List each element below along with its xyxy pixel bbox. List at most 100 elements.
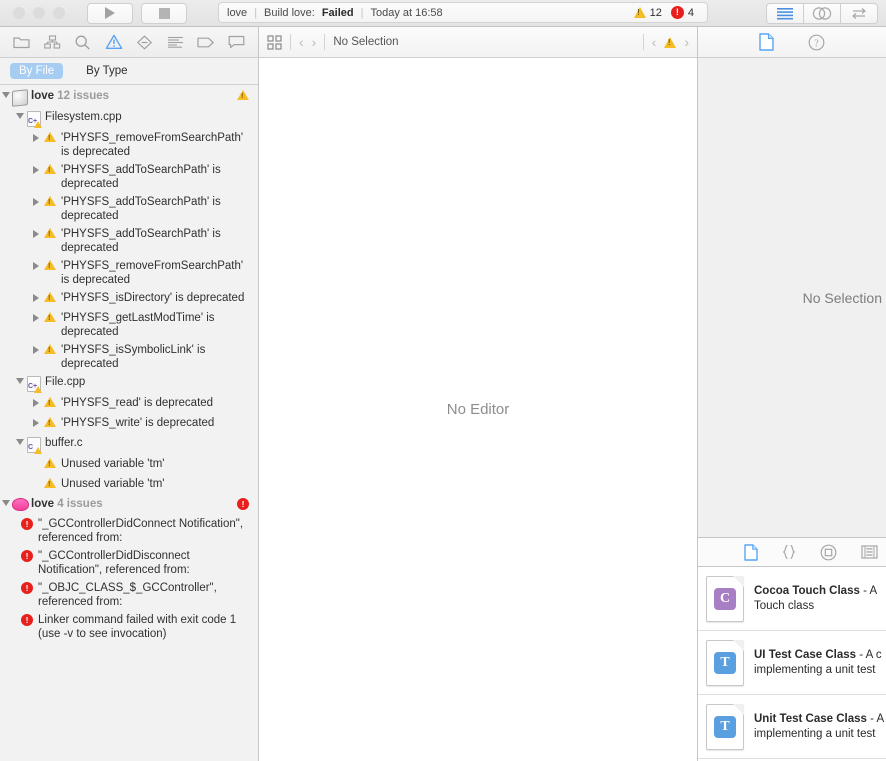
disclosure-triangle[interactable] <box>0 89 11 98</box>
version-editor-button[interactable] <box>841 3 878 24</box>
run-stop-group <box>87 2 187 24</box>
build-result-label: Failed <box>321 6 354 19</box>
issue-counts[interactable]: 12 ! 4 <box>633 6 699 19</box>
warning-triangle-icon <box>41 291 59 302</box>
editor-content-area: No Editor <box>259 58 697 761</box>
list-item[interactable]: C Cocoa Touch Class - A Touch class <box>698 567 886 631</box>
issue-text: Unused variable 'tm' <box>61 478 165 490</box>
list-item[interactable]: T Unit Test Case Class - A implementing … <box>698 695 886 759</box>
object-library-tab[interactable] <box>820 544 837 561</box>
speech-bubble-icon <box>228 35 245 49</box>
standard-editor-button[interactable] <box>766 3 804 24</box>
issue-row[interactable]: 'PHYSFS_removeFromSearchPath' is depreca… <box>0 129 258 161</box>
issue-row[interactable]: ! "_OBJC_CLASS_$_GCController", referenc… <box>0 579 258 611</box>
disclosure-triangle[interactable] <box>14 375 25 384</box>
disclosure-triangle[interactable] <box>30 227 41 238</box>
issue-text: 'PHYSFS_removeFromSearchPath' is depreca… <box>61 260 244 286</box>
disclosure-triangle[interactable] <box>14 436 25 445</box>
status-separator-2: | <box>360 6 364 19</box>
project-group-row[interactable]: love 12 issues <box>0 87 258 108</box>
jumpbar-divider <box>642 34 644 50</box>
file-row-filesystem-cpp[interactable]: C+ Filesystem.cpp <box>0 108 258 129</box>
warning-triangle-icon <box>105 34 122 49</box>
disclosure-triangle[interactable] <box>30 343 41 354</box>
library-item-dash: - A c <box>856 648 882 661</box>
find-navigator-tab[interactable] <box>72 31 94 53</box>
close-button[interactable] <box>13 7 25 19</box>
issue-row[interactable]: Unused variable 'tm' <box>0 455 258 475</box>
disclosure-triangle[interactable] <box>30 195 41 206</box>
library-item-description: Touch class <box>754 599 815 612</box>
jumpbar-path[interactable]: No Selection <box>333 36 398 48</box>
quick-help-inspector-tab[interactable]: ? <box>808 34 825 51</box>
next-issue-button[interactable]: › <box>684 34 689 50</box>
venn-icon <box>812 7 832 20</box>
target-issue-count: 4 issues <box>57 498 103 510</box>
library-item-title: Cocoa Touch Class <box>754 584 860 597</box>
file-inspector-tab[interactable] <box>759 33 774 51</box>
disclosure-triangle[interactable] <box>30 291 41 302</box>
issue-row[interactable]: 'PHYSFS_addToSearchPath' is deprecated <box>0 161 258 193</box>
disclosure-triangle[interactable] <box>14 110 25 119</box>
inspector-content: No Selection <box>698 58 886 538</box>
error-circle-icon: ! <box>237 498 249 510</box>
library-item-title: UI Test Case Class <box>754 648 857 661</box>
file-row-buffer-c[interactable]: C buffer.c <box>0 434 258 455</box>
disclosure-triangle[interactable] <box>30 259 41 270</box>
related-items-button[interactable] <box>267 34 282 50</box>
issue-row[interactable]: 'PHYSFS_isDirectory' is deprecated <box>0 289 258 309</box>
issue-row[interactable]: 'PHYSFS_write' is deprecated <box>0 414 258 434</box>
issue-row[interactable]: ! "_GCControllerDidConnect Notification"… <box>0 515 258 547</box>
filter-by-file-tab[interactable]: By File <box>10 63 64 79</box>
media-library-tab[interactable] <box>861 545 878 559</box>
issue-navigator-tab[interactable] <box>103 31 125 53</box>
disclosure-triangle[interactable] <box>0 497 11 506</box>
no-editor-placeholder: No Editor <box>446 401 510 418</box>
disclosure-triangle[interactable] <box>30 416 41 427</box>
previous-issue-button[interactable]: ‹ <box>652 34 657 50</box>
assistant-editor-button[interactable] <box>804 3 841 24</box>
activity-status-bar[interactable]: love | Build love: Failed | Today at 16:… <box>218 2 708 23</box>
back-button[interactable]: ‹ <box>299 34 304 50</box>
library-item-description: implementing a unit test <box>754 663 876 676</box>
issue-row[interactable]: Unused variable 'tm' <box>0 475 258 495</box>
zoom-button[interactable] <box>53 7 65 19</box>
warning-triangle-icon <box>41 343 59 354</box>
run-button[interactable] <box>87 2 133 24</box>
target-title: love <box>31 498 55 510</box>
status-text: love | Build love: Failed | Today at 16:… <box>227 7 634 19</box>
filter-by-type-tab[interactable]: By Type <box>77 63 136 79</box>
disclosure-triangle[interactable] <box>30 396 41 407</box>
source-control-navigator-tab[interactable] <box>41 31 63 53</box>
list-icon <box>167 36 183 48</box>
issue-row[interactable]: 'PHYSFS_removeFromSearchPath' is depreca… <box>0 257 258 289</box>
debug-navigator-tab[interactable] <box>164 31 186 53</box>
code-snippet-library-tab[interactable] <box>782 544 796 560</box>
target-group-row[interactable]: love 4 issues ! <box>0 495 258 515</box>
issue-row[interactable]: ! Linker command failed with exit code 1… <box>0 611 258 643</box>
library-item-list[interactable]: C Cocoa Touch Class - A Touch class T UI… <box>698 567 886 761</box>
issue-row[interactable]: 'PHYSFS_addToSearchPath' is deprecated <box>0 225 258 257</box>
file-template-library-tab[interactable] <box>744 543 758 561</box>
cpp-file-icon: C+ <box>25 110 43 128</box>
forward-button[interactable]: › <box>312 34 317 50</box>
file-row-file-cpp[interactable]: C+ File.cpp <box>0 373 258 394</box>
issue-row[interactable]: 'PHYSFS_getLastModTime' is deprecated <box>0 309 258 341</box>
issue-navigator-list[interactable]: love 12 issues C+ Filesystem.cpp <box>0 85 258 761</box>
breakpoint-navigator-tab[interactable] <box>195 31 217 53</box>
issue-row[interactable]: 'PHYSFS_isSymbolicLink' is deprecated <box>0 341 258 373</box>
test-navigator-tab[interactable] <box>133 31 155 53</box>
disclosure-triangle[interactable] <box>30 131 41 142</box>
project-navigator-tab[interactable] <box>10 31 32 53</box>
report-navigator-tab[interactable] <box>226 31 248 53</box>
minimize-button[interactable] <box>33 7 45 19</box>
issue-row[interactable]: ! "_GCControllerDidDisconnect Notificati… <box>0 547 258 579</box>
issue-row[interactable]: 'PHYSFS_addToSearchPath' is deprecated <box>0 193 258 225</box>
disclosure-triangle[interactable] <box>30 311 41 322</box>
project-title: love <box>31 90 55 102</box>
disclosure-triangle[interactable] <box>30 163 41 174</box>
stop-button[interactable] <box>141 2 187 24</box>
arrows-icon <box>852 8 866 19</box>
issue-row[interactable]: 'PHYSFS_read' is deprecated <box>0 394 258 414</box>
list-item[interactable]: T UI Test Case Class - A c implementing … <box>698 631 886 695</box>
